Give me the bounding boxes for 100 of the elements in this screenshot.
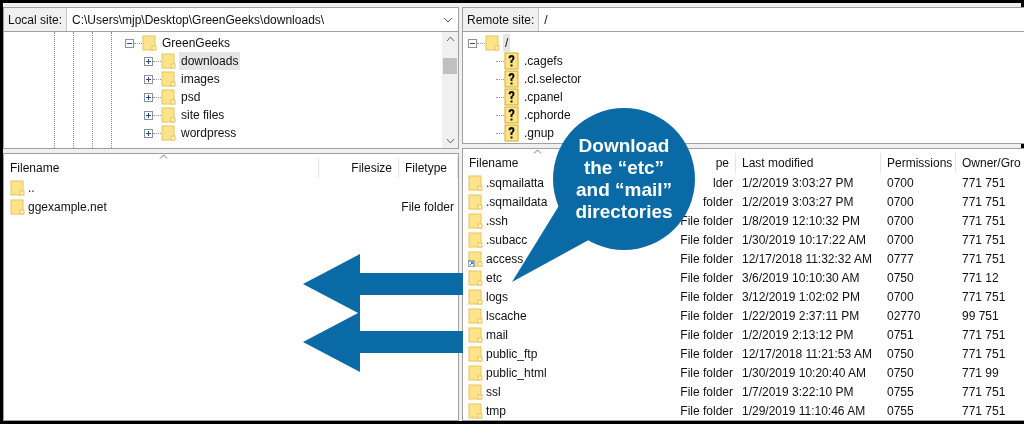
folder-icon: [468, 231, 484, 248]
owner-group: 771 751: [962, 289, 1006, 304]
column-header[interactable]: Filetype: [405, 159, 448, 177]
file-type: File folder: [401, 199, 454, 214]
last-modified: 1/2/2019 3:03:27 PM: [742, 175, 854, 190]
permissions: 0700: [887, 213, 914, 228]
collapse-icon[interactable]: [124, 38, 134, 48]
file-name[interactable]: lscache: [486, 306, 527, 325]
tree-item[interactable]: downloads: [179, 52, 241, 70]
column-header[interactable]: Permissions: [887, 154, 953, 172]
owner-group: 771 751: [962, 251, 1006, 266]
folder-shortcut-icon: [468, 250, 484, 267]
file-name[interactable]: access: [486, 249, 524, 268]
tree-item[interactable]: /: [503, 34, 511, 52]
file-name[interactable]: ssl: [486, 382, 501, 401]
file-type: File folder: [680, 364, 733, 382]
tree-item[interactable]: .cagefs: [522, 52, 565, 70]
path-dropdown[interactable]: C:\Users\mjp\Desktop\GreenGeeks\downloads\: [67, 8, 458, 31]
column-header[interactable]: Last modified: [742, 154, 814, 172]
folder-icon: [468, 364, 484, 381]
owner-group: 771 751: [962, 384, 1006, 399]
tree-item[interactable]: .cphorde: [522, 106, 573, 124]
folder-icon: [468, 174, 484, 191]
folder-icon: [161, 125, 177, 141]
folder-icon: [10, 179, 26, 196]
folder-icon: [468, 345, 484, 362]
permissions: 0700: [887, 194, 914, 209]
folder-icon: [468, 269, 484, 286]
expand-icon[interactable]: [143, 92, 153, 102]
tree-item[interactable]: .cl.selector: [522, 70, 584, 88]
folder-icon: [468, 402, 484, 419]
column-header[interactable]: Filename: [469, 154, 519, 172]
file-name[interactable]: .ssh: [486, 211, 508, 230]
file-type: folder: [702, 193, 733, 211]
tree-item[interactable]: site files: [179, 106, 227, 124]
permissions: 0751: [887, 327, 914, 342]
file-name[interactable]: .sqmaildata: [486, 192, 548, 211]
folder-icon: [468, 383, 484, 400]
path-dropdown[interactable]: /: [539, 8, 1024, 31]
column-header[interactable]: Filename: [10, 159, 60, 177]
scroll-down-icon[interactable]: [445, 138, 455, 144]
site-label: Local site:: [4, 8, 68, 31]
folder-icon: [10, 198, 26, 215]
file-name[interactable]: .subacc: [486, 230, 528, 249]
owner-group: 771 751: [962, 346, 1006, 361]
last-modified: 1/30/2019 10:17:22 AM: [742, 232, 867, 247]
file-name[interactable]: public_ftp: [486, 344, 538, 363]
column-header[interactable]: pe: [715, 154, 729, 172]
permissions: 0750: [887, 346, 914, 361]
tree-item[interactable]: psd: [179, 88, 203, 106]
owner-group: 771 12: [962, 270, 999, 285]
file-type: File folder: [680, 288, 733, 306]
unknown-file-icon: [504, 124, 520, 142]
tree-item[interactable]: wordpress: [179, 124, 239, 142]
scroll-up-icon[interactable]: [445, 36, 455, 42]
sort-caret-icon: [159, 154, 168, 159]
tree-item[interactable]: GreenGeeks: [160, 34, 233, 52]
scroll-thumb[interactable]: [443, 58, 457, 74]
column-header[interactable]: Filesize: [351, 159, 392, 177]
file-name[interactable]: ..: [28, 178, 35, 197]
folder-icon: [161, 89, 177, 105]
collapse-icon[interactable]: [467, 38, 477, 48]
owner-group: 771 751: [962, 213, 1006, 228]
file-type: File folder: [680, 326, 733, 344]
folder-icon: [468, 288, 484, 305]
last-modified: 12/17/2018 11:21:53 AM: [742, 346, 872, 361]
owner-group: 771 751: [962, 327, 1006, 342]
last-modified: 1/29/2019 11:10:46 AM: [742, 403, 866, 418]
expand-icon[interactable]: [143, 74, 153, 84]
permissions: 0777: [887, 251, 914, 266]
last-modified: 1/2/2019 2:13:12 PM: [742, 327, 854, 342]
folder-icon: [468, 212, 484, 229]
file-name[interactable]: .sqmailatta: [486, 173, 545, 192]
file-name[interactable]: etc: [486, 268, 502, 287]
last-modified: 1/7/2019 3:22:10 PM: [742, 384, 854, 399]
expand-icon[interactable]: [143, 110, 153, 120]
file-type: File folder: [680, 250, 733, 268]
folder-icon: [161, 71, 177, 87]
file-name[interactable]: tmp: [486, 401, 506, 420]
unknown-file-icon: [504, 106, 520, 124]
file-name[interactable]: mail: [486, 325, 508, 344]
tree-item[interactable]: images: [179, 70, 222, 88]
scrollbar[interactable]: [442, 32, 458, 148]
expand-icon[interactable]: [143, 56, 153, 66]
file-name[interactable]: public_html: [486, 363, 547, 382]
column-header[interactable]: Owner/Gro: [962, 154, 1021, 172]
last-modified: 3/12/2019 1:02:02 PM: [742, 289, 861, 304]
owner-group: 771 751: [962, 403, 1006, 418]
owner-group: 99 751: [962, 308, 999, 323]
owner-group: 771 751: [962, 175, 1006, 190]
expand-icon[interactable]: [143, 128, 153, 138]
chevron-down-icon: [443, 16, 453, 23]
tree-item[interactable]: .gnup: [522, 124, 557, 142]
last-modified: 1/30/2019 10:20:40 AM: [742, 365, 867, 380]
file-name[interactable]: ggexample.net: [28, 197, 107, 216]
permissions: 0750: [887, 270, 914, 285]
tree-item[interactable]: .cpanel: [522, 88, 565, 106]
file-name[interactable]: logs: [486, 287, 508, 306]
unknown-file-icon: [504, 52, 520, 70]
site-label: Remote site:: [463, 8, 540, 31]
